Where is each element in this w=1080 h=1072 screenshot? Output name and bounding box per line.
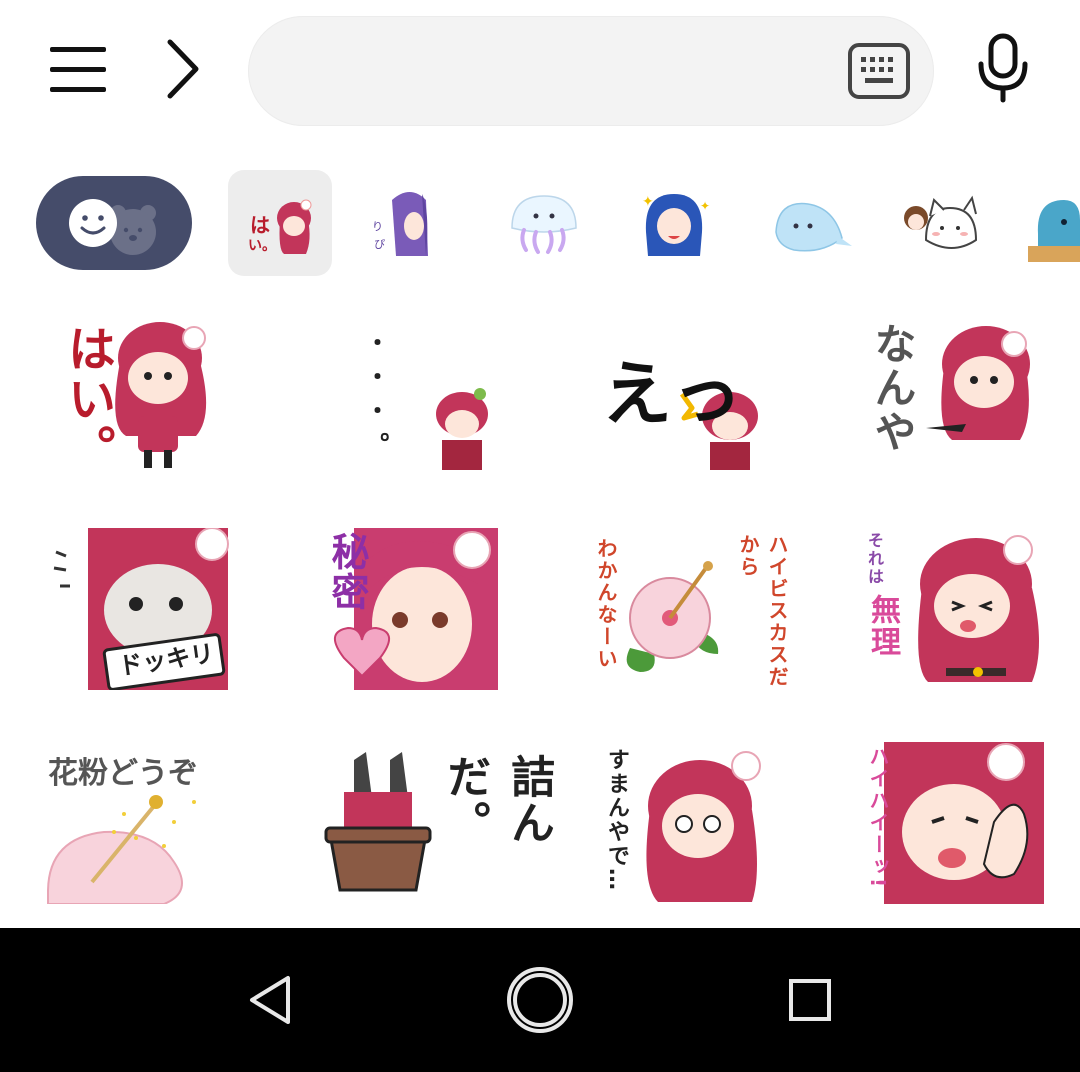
sticker-pack-bar: は い。 り ぴ ✦ ✦ <box>0 160 1080 284</box>
cat-pack-thumbnail[interactable] <box>892 170 996 276</box>
sticker-dots[interactable]: ・・・。 <box>318 316 538 476</box>
keyboard-icon[interactable] <box>846 42 912 100</box>
sticker-hai[interactable]: はい。 <box>48 316 268 476</box>
home-circle-icon[interactable] <box>504 964 576 1040</box>
back-triangle-icon[interactable] <box>246 972 296 1032</box>
blue-hair-girl-pack-thumbnail[interactable]: ✦ ✦ <box>622 170 726 276</box>
sticker-caption: えっ <box>602 353 742 435</box>
seal-pack-thumbnail[interactable] <box>1024 170 1080 276</box>
sticker-caption: はい。 <box>59 324 115 474</box>
jellyfish-pack-thumbnail[interactable] <box>492 170 596 276</box>
microphone-icon[interactable] <box>972 30 1034 106</box>
sticker-e[interactable]: えっ <box>596 316 816 476</box>
svg-text:ぴ: ぴ <box>374 238 385 251</box>
sticker-grid: はい。 ・・・。 えっ なんや ドッキリ 秘密 ハイビスカスだから わかんなーい… <box>0 296 1080 926</box>
pink-hair-girl-pack-thumbnail[interactable]: は い。 <box>228 170 332 276</box>
sticker-caption: なんや <box>868 322 917 454</box>
sticker-caption: ・・・。 <box>361 330 389 466</box>
sticker-caption-a: それは <box>865 532 884 586</box>
emoji-smiley-bear-icon[interactable] <box>36 176 192 270</box>
hamburger-menu-icon[interactable] <box>44 40 114 100</box>
sticker-caption: ハイハイーッ! <box>866 746 890 890</box>
sticker-caption: 花粉どうぞ <box>48 756 198 791</box>
sticker-caption-a: ハイビスカスだから <box>736 534 789 688</box>
dolphin-pack-thumbnail[interactable] <box>760 170 864 276</box>
svg-text:い。: い。 <box>248 238 276 254</box>
sticker-haihai[interactable]: ハイハイーッ! <box>854 742 1074 904</box>
sticker-hibiscus[interactable]: ハイビスカスだから わかんなーい <box>590 528 810 690</box>
svg-text:は: は <box>250 213 270 237</box>
top-toolbar <box>0 0 1080 150</box>
sticker-nanya[interactable]: なんや <box>856 316 1076 476</box>
svg-text:✦: ✦ <box>642 194 654 210</box>
svg-text:✦: ✦ <box>700 199 710 213</box>
recents-square-icon[interactable] <box>786 976 834 1028</box>
sticker-caption-b: わかんなーい <box>594 538 618 670</box>
purple-hair-girl-pack-thumbnail[interactable]: り ぴ <box>352 170 456 276</box>
sticker-kafun[interactable]: 花粉どうぞ <box>44 742 264 904</box>
search-input[interactable] <box>248 16 934 126</box>
sticker-sumanyade[interactable]: すまんやで… <box>596 742 816 904</box>
sticker-caption: 詰んだ。 <box>439 754 554 846</box>
system-nav-bar <box>0 928 1080 1072</box>
sticker-caption: すまんやで… <box>604 748 629 892</box>
sticker-tsunda[interactable]: 詰んだ。 <box>320 742 554 904</box>
sticker-caption: 秘密 <box>325 532 369 612</box>
sticker-dokkiri[interactable]: ドッキリ <box>48 528 268 690</box>
sticker-caption-b: 無理 <box>865 594 900 658</box>
svg-text:り: り <box>372 220 383 233</box>
chevron-right-icon[interactable] <box>160 36 210 102</box>
sticker-sorewamuri[interactable]: それは 無理 <box>856 528 1076 690</box>
sticker-himitsu[interactable]: 秘密 <box>314 528 534 690</box>
